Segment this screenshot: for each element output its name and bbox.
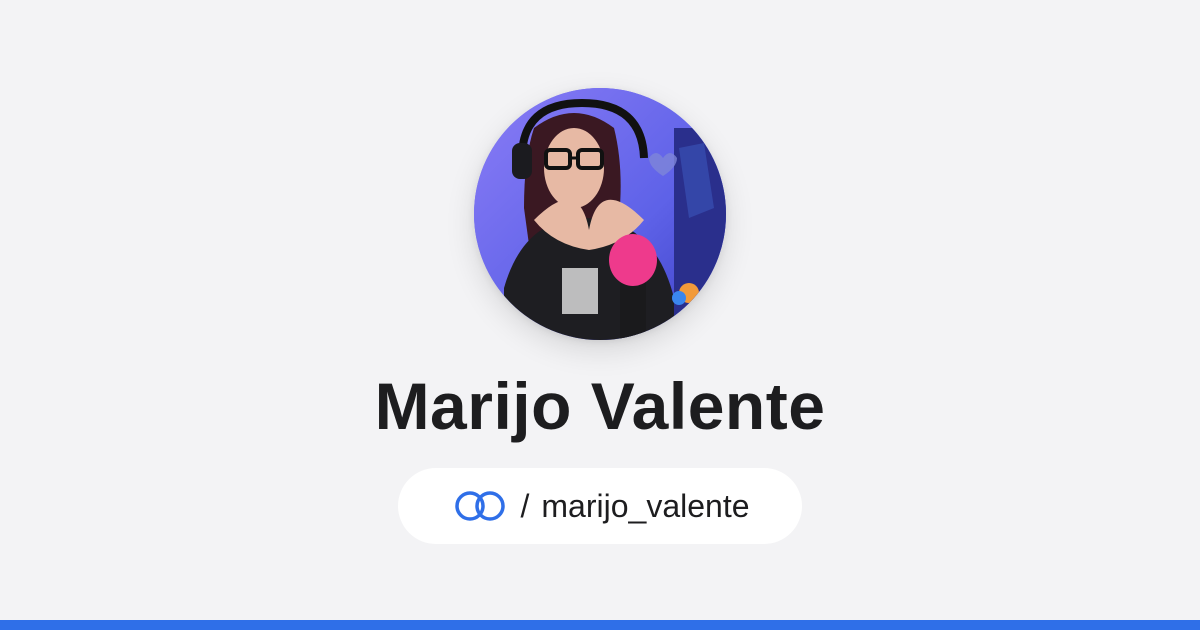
- handle-separator: /: [520, 487, 530, 524]
- profile-photo: [474, 88, 726, 340]
- profile-handle-link[interactable]: / marijo_valente: [398, 468, 802, 544]
- profile-name: Marijo Valente: [374, 369, 826, 443]
- brand-bottom-bar: [0, 620, 1200, 630]
- avatar: [474, 88, 726, 340]
- profile-handle: marijo_valente: [541, 487, 750, 524]
- linked-rings-icon: [451, 489, 509, 523]
